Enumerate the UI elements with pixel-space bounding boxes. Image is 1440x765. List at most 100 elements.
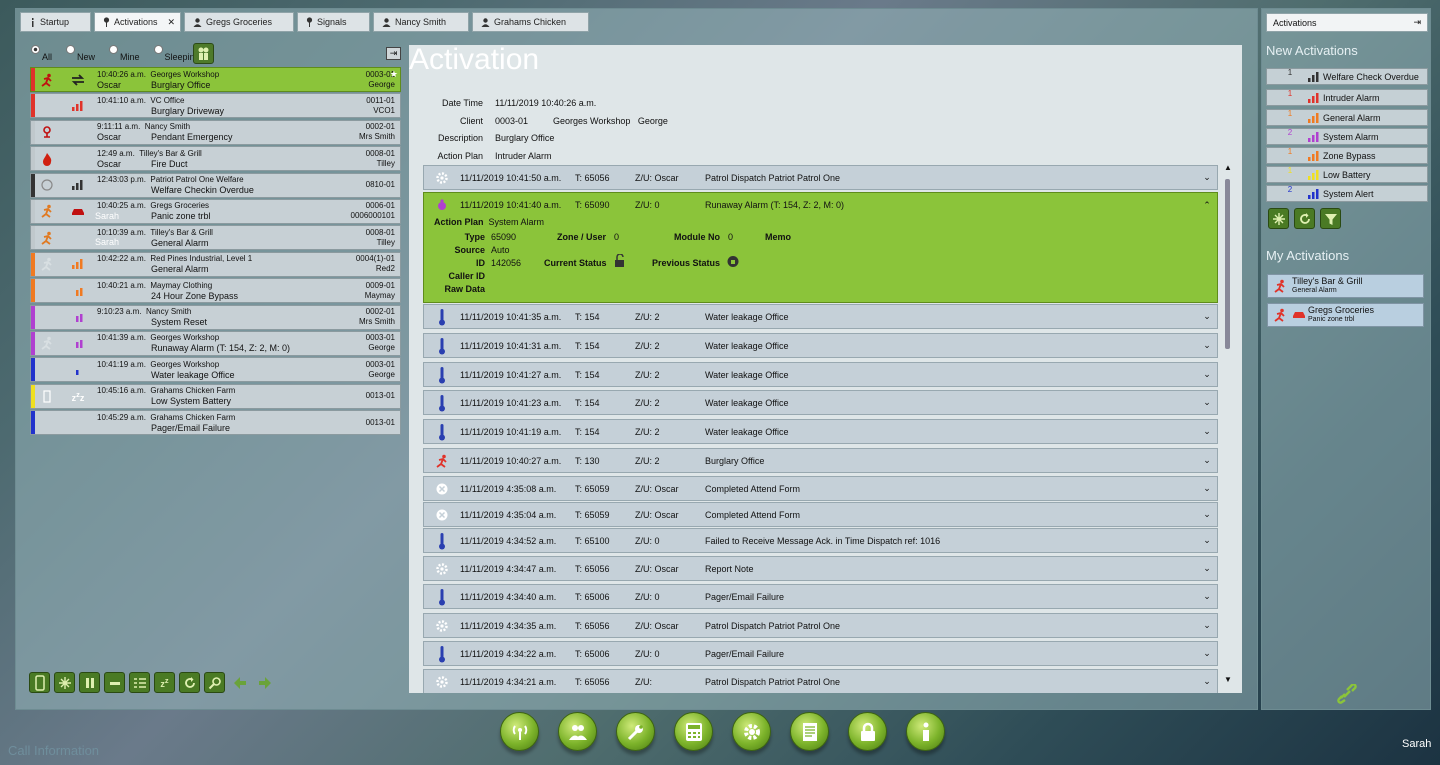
phone-button[interactable] <box>29 672 50 693</box>
spark-button[interactable] <box>1268 208 1289 229</box>
activation-row[interactable]: 10:45:29 a.m. Grahams Chicken Farm Pager/… <box>30 410 401 436</box>
event-row[interactable]: 11/11/2019 4:34:35 a.m. T: 65056 Z/U: Osca… <box>423 613 1218 638</box>
pause-button[interactable] <box>79 672 100 693</box>
my-activation-card[interactable]: Gregs Groceries Panic zone trbl <box>1267 303 1424 327</box>
person-filter-button[interactable] <box>193 43 214 64</box>
chevron-down-icon[interactable]: ⌄ <box>1197 648 1217 659</box>
expanded-event[interactable]: 11/11/2019 10:41:40 a.m. T: 65090 Z/U: 0… <box>423 192 1218 303</box>
event-row[interactable]: 11/11/2019 4:34:21 a.m. T: 65056 Z/U: Patro… <box>423 669 1218 693</box>
tab-nancy-smith[interactable]: Nancy Smith <box>373 12 469 32</box>
info-button[interactable] <box>906 712 945 751</box>
radio-dot[interactable] <box>31 45 40 54</box>
settings-button[interactable] <box>732 712 771 751</box>
checklist-button[interactable] <box>129 672 150 693</box>
new-activation-item[interactable]: 1 Zone Bypass <box>1266 147 1428 164</box>
chevron-down-icon[interactable]: ⌄ <box>1197 483 1217 494</box>
chevron-down-icon[interactable]: ⌄ <box>1197 563 1217 574</box>
new-activation-item[interactable]: 1 Low Battery <box>1266 166 1428 183</box>
filter-new-radio[interactable]: New <box>66 44 95 62</box>
activation-row[interactable]: 10:41:10 a.m. VC Office Burglary Driveway… <box>30 93 401 119</box>
activation-row[interactable]: 12:43:03 p.m. Patriot Patrol One Welfare… <box>30 172 401 198</box>
tab-gregs-groceries[interactable]: Gregs Groceries <box>184 12 294 32</box>
event-row[interactable]: 11/11/2019 4:35:04 a.m. T: 65059 Z/U: Osca… <box>423 502 1218 527</box>
chevron-down-icon[interactable]: ⌄ <box>1197 340 1217 351</box>
chevron-down-icon[interactable]: ⌄ <box>1197 620 1217 631</box>
activation-row[interactable]: 12:49 a.m. Tilley's Bar & Grill Oscar Fire… <box>30 146 401 172</box>
event-row[interactable]: 11/11/2019 10:40:27 a.m. T: 130 Z/U: 2 Burg… <box>423 448 1218 473</box>
chevron-up-icon[interactable]: ⌃ <box>1197 200 1217 211</box>
new-activation-item[interactable]: 1 Intruder Alarm <box>1266 89 1428 106</box>
tab-activations[interactable]: Activations ✕ <box>94 12 181 32</box>
forward-button[interactable] <box>254 672 275 693</box>
chevron-down-icon[interactable]: ⌄ <box>1197 591 1217 602</box>
activation-row[interactable]: 10:40:21 a.m. Maymay Clothing 24 Hour Zon… <box>30 278 401 304</box>
tab-startup[interactable]: Startup <box>20 12 91 32</box>
link-icon[interactable] <box>1337 683 1357 706</box>
event-row[interactable]: 11/11/2019 4:34:47 a.m. T: 65056 Z/U: Osca… <box>423 556 1218 581</box>
event-row[interactable]: 11/11/2019 10:41:50 a.m. T: 65056 Z/U: Osc… <box>423 165 1218 190</box>
activation-row[interactable]: 10:41:19 a.m. Georges Workshop Water leak… <box>30 357 401 383</box>
chevron-down-icon[interactable]: ⌄ <box>1197 535 1217 546</box>
scroll-up-icon[interactable]: ▲ <box>1224 163 1232 172</box>
refresh-button[interactable] <box>1294 208 1315 229</box>
notes-button[interactable] <box>790 712 829 751</box>
calculator-button[interactable] <box>674 712 713 751</box>
new-activation-item[interactable]: 2 System Alarm <box>1266 128 1428 145</box>
event-row[interactable]: 11/11/2019 4:34:52 a.m. T: 65100 Z/U: 0 Fai… <box>423 528 1218 553</box>
activation-row[interactable]: 10:40:26 a.m. Georges Workshop Oscar Burgl… <box>30 67 401 92</box>
event-row[interactable]: 11/11/2019 10:41:27 a.m. T: 154 Z/U: 2 Wate… <box>423 362 1218 387</box>
activation-row[interactable]: 10:41:39 a.m. Georges Workshop Runaway Al… <box>30 330 401 356</box>
filter-all-radio[interactable]: All <box>31 44 52 62</box>
sleep-button[interactable]: zz <box>154 672 175 693</box>
activation-row[interactable]: Sarah 10:40:25 a.m. Gregs Groceries Panic … <box>30 198 401 224</box>
event-row[interactable]: 11/11/2019 10:41:31 a.m. T: 154 Z/U: 2 Wate… <box>423 333 1218 358</box>
event-row[interactable]: 11/11/2019 10:41:23 a.m. T: 154 Z/U: 2 Wate… <box>423 390 1218 415</box>
filter-button[interactable] <box>1320 208 1341 229</box>
tab-grahams-chicken[interactable]: Grahams Chicken <box>472 12 589 32</box>
signal-button[interactable] <box>500 712 539 751</box>
filter-mine-radio[interactable]: Mine <box>109 44 140 62</box>
chevron-down-icon[interactable]: ⌄ <box>1197 172 1217 183</box>
chevron-down-icon[interactable]: ⌄ <box>1197 397 1217 408</box>
search-button[interactable] <box>204 672 225 693</box>
radio-dot[interactable] <box>66 45 76 54</box>
event-row[interactable]: 11/11/2019 4:34:22 a.m. T: 65006 Z/U: 0 Pag… <box>423 641 1218 666</box>
chevron-down-icon[interactable]: ⌄ <box>1197 455 1217 466</box>
tools-button[interactable] <box>616 712 655 751</box>
chevron-down-icon[interactable]: ⌄ <box>1197 311 1217 322</box>
expanded-event-header[interactable]: 11/11/2019 10:41:40 a.m. T: 65090 Z/U: 0… <box>424 193 1217 217</box>
refresh-button[interactable] <box>179 672 200 693</box>
star-icon[interactable]: ★ <box>390 69 398 80</box>
activation-row[interactable]: 9:11:11 a.m. Nancy Smith Oscar Pendant Eme… <box>30 119 401 145</box>
radio-dot[interactable] <box>153 45 163 54</box>
event-row[interactable]: 11/11/2019 10:41:19 a.m. T: 154 Z/U: 2 Wate… <box>423 419 1218 444</box>
activation-row[interactable]: Sarah 10:10:39 a.m. Tilley's Bar & Grill G… <box>30 225 401 251</box>
activation-row[interactable]: 10:42:22 a.m. Red Pines Industrial, Leve… <box>30 251 401 277</box>
back-button[interactable] <box>229 672 250 693</box>
chevron-down-icon[interactable]: ⌄ <box>1197 676 1217 687</box>
event-row[interactable]: 11/11/2019 4:35:08 a.m. T: 65059 Z/U: Osca… <box>423 476 1218 501</box>
chevron-down-icon[interactable]: ⌄ <box>1197 426 1217 437</box>
scroll-down-icon[interactable]: ▼ <box>1224 675 1232 684</box>
spark-button[interactable] <box>54 672 75 693</box>
new-activation-item[interactable]: 1 General Alarm <box>1266 109 1428 126</box>
radio-dot[interactable] <box>109 45 119 54</box>
event-scrollbar[interactable]: ▲ ▼ <box>1223 163 1233 690</box>
pin-icon[interactable]: ⇥ <box>1413 17 1421 28</box>
minus-button[interactable] <box>104 672 125 693</box>
my-activation-card[interactable]: Tilley's Bar & Grill General Alarm <box>1267 274 1424 298</box>
tab-signals[interactable]: Signals <box>297 12 370 32</box>
lock-button[interactable] <box>848 712 887 751</box>
chevron-down-icon[interactable]: ⌄ <box>1197 509 1217 520</box>
chevron-down-icon[interactable]: ⌄ <box>1197 369 1217 380</box>
clients-button[interactable] <box>558 712 597 751</box>
new-activation-item[interactable]: 1 Welfare Check Overdue <box>1266 68 1428 85</box>
new-activation-item[interactable]: 2 System Alert <box>1266 185 1428 202</box>
right-panel-tab[interactable]: Activations ⇥ <box>1266 13 1428 32</box>
event-row[interactable]: 11/11/2019 4:34:40 a.m. T: 65006 Z/U: 0 Pag… <box>423 584 1218 609</box>
activation-row[interactable]: 9:10:23 a.m. Nancy Smith System Reset 0002… <box>30 304 401 330</box>
collapse-panel-button[interactable]: ⇥ <box>386 47 401 60</box>
event-row[interactable]: 11/11/2019 10:41:35 a.m. T: 154 Z/U: 2 Wate… <box>423 304 1218 329</box>
scroll-thumb[interactable] <box>1225 179 1230 349</box>
close-icon[interactable]: ✕ <box>168 17 176 28</box>
